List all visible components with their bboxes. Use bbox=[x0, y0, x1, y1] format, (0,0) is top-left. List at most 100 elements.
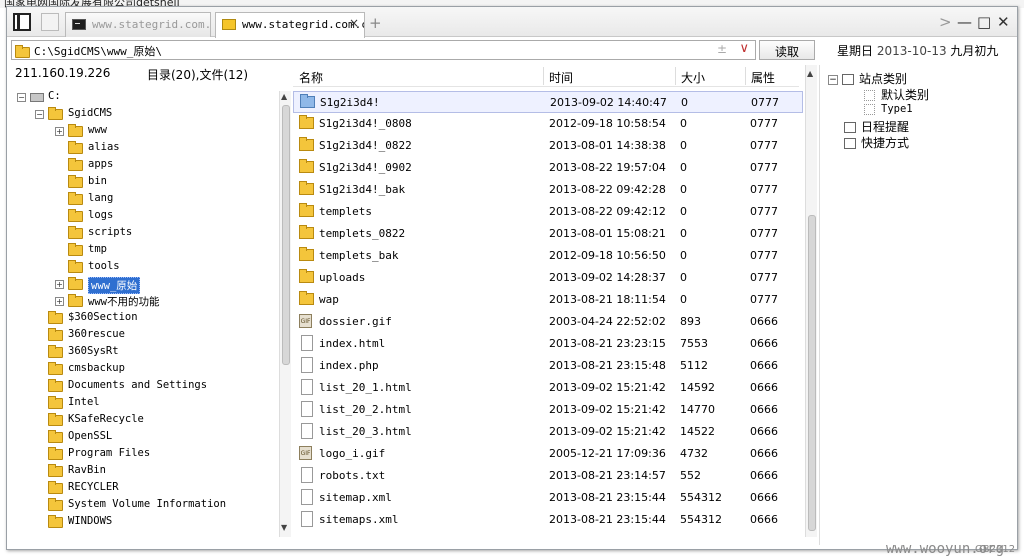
collapse-icon[interactable]: − bbox=[828, 74, 838, 85]
tree-item[interactable]: cmsbackup bbox=[35, 361, 125, 378]
tree-item[interactable]: $360Section bbox=[35, 310, 138, 327]
scroll-thumb[interactable] bbox=[808, 215, 816, 531]
tree-item[interactable]: tmp bbox=[55, 242, 107, 259]
close-icon[interactable]: ✕ bbox=[997, 13, 1010, 31]
file-row[interactable]: GIF logo_i.gif 2005-12-21 17:09:36 4732 0666 bbox=[293, 443, 803, 465]
chevron-down-icon[interactable]: ∨ bbox=[739, 41, 749, 56]
tree-item[interactable]: System Volume Information bbox=[35, 497, 226, 514]
folder-icon bbox=[68, 141, 83, 154]
file-row[interactable]: S1g2i3d4!_0822 2013-08-01 14:38:38 0 0777 bbox=[293, 135, 803, 157]
file-list-scrollbar[interactable]: ▲ bbox=[805, 65, 817, 537]
collapse-icon[interactable]: − bbox=[35, 110, 44, 119]
maximize-icon[interactable]: □ bbox=[977, 13, 991, 31]
tree-item[interactable]: 360SysRt bbox=[35, 344, 119, 361]
tree-item[interactable]: alias bbox=[55, 140, 120, 157]
schedule-node[interactable]: 日程提醒 bbox=[844, 118, 909, 135]
default-category-node[interactable]: 默认类别 bbox=[864, 86, 929, 103]
file-row[interactable]: templets 2013-08-22 09:42:12 0 0777 bbox=[293, 201, 803, 223]
scroll-up-icon[interactable]: ▲ bbox=[807, 69, 813, 78]
file-time: 2005-12-21 17:09:36 bbox=[549, 447, 666, 460]
minimize-icon[interactable]: — bbox=[957, 13, 972, 31]
file-row[interactable]: index.php 2013-08-21 23:15:48 5112 0666 bbox=[293, 355, 803, 377]
folder-icon bbox=[48, 430, 63, 443]
file-time: 2013-08-21 23:14:57 bbox=[549, 469, 666, 482]
tree-item[interactable]: apps bbox=[55, 157, 113, 174]
file-row[interactable]: S1g2i3d4!_0808 2012-09-18 10:58:54 0 0777 bbox=[293, 113, 803, 135]
file-row[interactable]: sitemap.xml 2013-08-21 23:15:44 554312 0666 bbox=[293, 487, 803, 509]
file-row[interactable]: index.html 2013-08-21 23:23:15 7553 0666 bbox=[293, 333, 803, 355]
file-time: 2013-08-22 19:57:04 bbox=[549, 161, 666, 174]
tree-item[interactable]: Program Files bbox=[35, 446, 150, 463]
column-time[interactable]: 时间 bbox=[549, 69, 573, 86]
chevron-right-icon[interactable]: > bbox=[939, 13, 952, 31]
file-row[interactable]: list_20_3.html 2013-09-02 15:21:42 14522 06… bbox=[293, 421, 803, 443]
file-icon bbox=[301, 467, 313, 483]
type1-node[interactable]: Type1 bbox=[864, 103, 913, 115]
new-tab-icon[interactable]: + bbox=[369, 14, 382, 32]
file-size: 0 bbox=[680, 271, 687, 284]
tree-item[interactable]: + www bbox=[55, 123, 107, 140]
tree-item[interactable]: RECYCLER bbox=[35, 480, 119, 497]
scroll-down-icon[interactable]: ▼ bbox=[281, 523, 287, 532]
file-row[interactable]: S1g2i3d4! 2013-09-02 14:40:47 0 0777 bbox=[293, 91, 803, 113]
tree-item[interactable]: WINDOWS bbox=[35, 514, 112, 529]
file-row[interactable]: GIF dossier.gif 2003-04-24 22:52:02 893 0666 bbox=[293, 311, 803, 333]
plus-minus-icon[interactable]: ± bbox=[717, 42, 727, 56]
path-input[interactable]: C:\SgidCMS\www_原始\ ± ∨ bbox=[11, 40, 756, 60]
tree-item[interactable]: − SgidCMS bbox=[35, 106, 112, 123]
file-attr: 0666 bbox=[750, 469, 778, 482]
expand-icon[interactable]: + bbox=[55, 280, 64, 289]
tree-item[interactable]: Intel bbox=[35, 395, 100, 412]
tree-item[interactable]: OpenSSL bbox=[35, 429, 112, 446]
tree-item[interactable]: lang bbox=[55, 191, 113, 208]
column-attr[interactable]: 属性 bbox=[751, 69, 775, 86]
expand-icon[interactable]: + bbox=[55, 127, 64, 136]
column-name[interactable]: 名称 bbox=[299, 69, 323, 86]
tree-item[interactable]: 360rescue bbox=[35, 327, 125, 344]
tree-item[interactable]: logs bbox=[55, 208, 113, 225]
file-row[interactable]: S1g2i3d4!_bak 2013-08-22 09:42:28 0 0777 bbox=[293, 179, 803, 201]
folder-icon bbox=[68, 260, 83, 273]
tree-item[interactable]: RavBin bbox=[35, 463, 106, 480]
panel-toggle-icon[interactable] bbox=[13, 13, 31, 31]
file-row[interactable]: list_20_2.html 2013-09-02 15:21:42 14770 06… bbox=[293, 399, 803, 421]
tab-filemanager[interactable]: www.stategrid.com.cn × bbox=[215, 12, 365, 38]
blank-page-icon[interactable] bbox=[41, 13, 59, 31]
tree-item[interactable]: KSafeRecycle bbox=[35, 412, 144, 429]
file-row[interactable]: templets_bak 2012-09-18 10:56:50 0 0777 bbox=[293, 245, 803, 267]
scroll-up-icon[interactable]: ▲ bbox=[281, 92, 287, 101]
tree-item-label: tmp bbox=[88, 243, 107, 255]
file-row[interactable]: list_20_1.html 2013-09-02 15:21:42 14592 06… bbox=[293, 377, 803, 399]
file-row[interactable]: sitemaps.xml 2013-08-21 23:15:44 554312 066… bbox=[293, 509, 803, 531]
tree-item[interactable]: Documents and Settings bbox=[35, 378, 207, 395]
file-row[interactable]: uploads 2013-09-02 14:28:37 0 0777 bbox=[293, 267, 803, 289]
file-time: 2012-09-18 10:58:54 bbox=[549, 117, 666, 130]
site-category-node[interactable]: − 站点类别 bbox=[828, 70, 907, 87]
tree-item[interactable]: scripts bbox=[55, 225, 132, 242]
tree-scrollbar[interactable]: ▲ ▼ bbox=[279, 91, 291, 537]
tree-item[interactable]: tools bbox=[55, 259, 120, 276]
file-row[interactable]: templets_0822 2013-08-01 15:08:21 0 0777 bbox=[293, 223, 803, 245]
folder-icon bbox=[299, 137, 314, 151]
tab-terminal[interactable]: www.stategrid.com.cn bbox=[65, 12, 211, 37]
tree-item[interactable]: + www不用的功能 bbox=[55, 293, 159, 310]
tree-item-label: logs bbox=[88, 209, 114, 221]
tree-item[interactable]: − C: bbox=[17, 89, 61, 106]
folder-icon bbox=[299, 269, 314, 283]
tree-item[interactable]: + www_原始 bbox=[55, 276, 141, 294]
file-time: 2013-08-21 18:11:54 bbox=[549, 293, 666, 306]
read-button[interactable]: 读取 bbox=[759, 40, 815, 60]
shortcut-node[interactable]: 快捷方式 bbox=[844, 134, 909, 151]
folder-icon bbox=[48, 328, 63, 341]
file-attr: 0666 bbox=[750, 447, 778, 460]
file-row[interactable]: S1g2i3d4!_0902 2013-08-22 19:57:04 0 0777 bbox=[293, 157, 803, 179]
column-size[interactable]: 大小 bbox=[681, 69, 705, 86]
expand-icon[interactable]: + bbox=[55, 297, 64, 306]
file-row[interactable]: wap 2013-08-21 18:11:54 0 0777 bbox=[293, 289, 803, 311]
file-row[interactable]: robots.txt 2013-08-21 23:14:57 552 0666 bbox=[293, 465, 803, 487]
scroll-thumb[interactable] bbox=[282, 105, 290, 365]
file-icon bbox=[301, 357, 313, 373]
tab-close-icon[interactable]: × bbox=[349, 16, 359, 30]
collapse-icon[interactable]: − bbox=[17, 93, 26, 102]
tree-item[interactable]: bin bbox=[55, 174, 107, 191]
